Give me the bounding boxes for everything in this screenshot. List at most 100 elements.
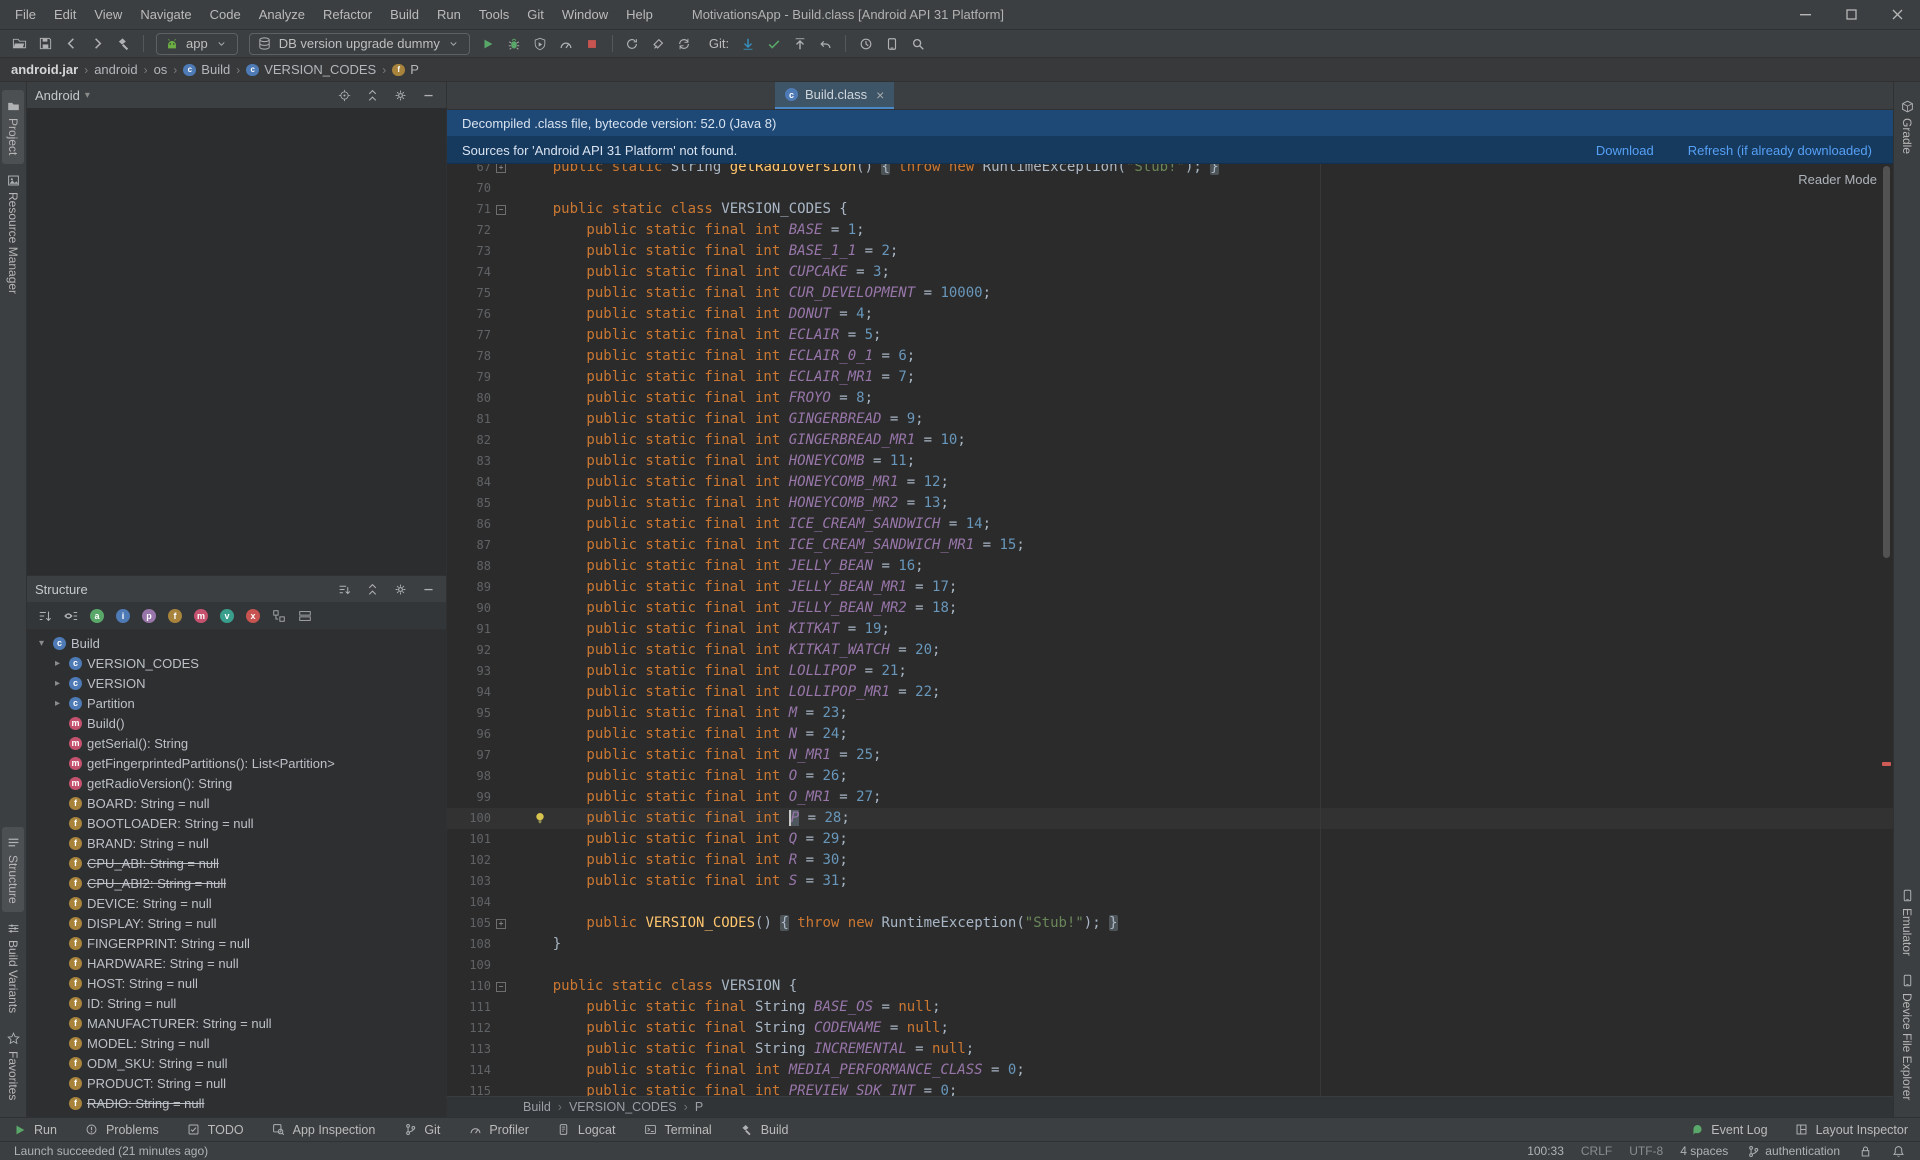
line-number[interactable]: 101 — [447, 829, 491, 850]
code-line-70[interactable]: 70 — [447, 178, 1893, 199]
code-line-94[interactable]: 94 public static final int LOLLIPOP_MR1 … — [447, 682, 1893, 703]
menu-analyze[interactable]: Analyze — [250, 0, 314, 29]
structure-item[interactable]: fPRODUCT: String = null — [27, 1073, 446, 1093]
code-text[interactable]: public static final int KITKAT_WATCH = 2… — [511, 640, 940, 661]
line-number[interactable]: 94 — [447, 682, 491, 703]
code-text[interactable]: public static final int GINGERBREAD_MR1 … — [511, 430, 966, 451]
line-number[interactable]: 67 — [447, 164, 491, 178]
code-editor[interactable]: 67+ public static String getRadioVersion… — [447, 164, 1893, 1096]
tool-window-button-event-log[interactable]: Event Log — [1689, 1122, 1767, 1138]
fold-collapse-icon[interactable]: − — [496, 982, 506, 992]
code-text[interactable]: public static final int JELLY_BEAN = 16; — [511, 556, 924, 577]
structure-item[interactable]: fRADIO: String = null — [27, 1093, 446, 1113]
target-button[interactable] — [334, 85, 354, 105]
structure-item[interactable]: fHARDWARE: String = null — [27, 953, 446, 973]
editor-breadcrumb-build[interactable]: Build — [523, 1100, 551, 1114]
line-number[interactable]: 102 — [447, 850, 491, 871]
code-text[interactable]: public static final int MEDIA_PERFORMANC… — [511, 1060, 1025, 1081]
breadcrumb-os[interactable]: os — [151, 62, 171, 77]
line-number[interactable]: 96 — [447, 724, 491, 745]
line-number[interactable]: 75 — [447, 283, 491, 304]
gear-button[interactable] — [390, 85, 410, 105]
expanded-arrow-icon[interactable]: ▾ — [35, 638, 48, 649]
show-scratch-toggle[interactable] — [295, 606, 315, 626]
code-text[interactable]: public static final int ECLAIR = 5; — [511, 325, 881, 346]
line-number[interactable]: 98 — [447, 766, 491, 787]
gitupdate-button[interactable] — [736, 32, 759, 56]
collapsed-arrow-icon[interactable]: ▸ — [51, 698, 64, 709]
code-text[interactable]: public static final int FROYO = 8; — [511, 388, 873, 409]
line-separator-widget[interactable]: CRLF — [1581, 1144, 1612, 1158]
menu-window[interactable]: Window — [553, 0, 617, 29]
stop-button[interactable] — [581, 32, 604, 56]
collapsed-arrow-icon[interactable]: ▸ — [51, 678, 64, 689]
structure-item[interactable]: mgetRadioVersion(): String — [27, 773, 446, 793]
breadcrumb-android[interactable]: android — [91, 62, 140, 77]
code-text[interactable]: } — [511, 934, 561, 955]
line-number[interactable]: 113 — [447, 1039, 491, 1060]
breadcrumb-build[interactable]: cBuild — [180, 62, 233, 77]
tool-stripe-device-file-explorer[interactable]: Device File Explorer — [1896, 965, 1918, 1109]
structure-item[interactable]: mBuild() — [27, 713, 446, 733]
code-line-72[interactable]: 72 public static final int BASE = 1; — [447, 220, 1893, 241]
download-sources-link[interactable]: Download — [1596, 143, 1654, 158]
fold-gutter[interactable]: − — [491, 982, 511, 992]
collapsed-arrow-icon[interactable]: ▸ — [51, 658, 64, 669]
debug-button[interactable] — [503, 32, 526, 56]
back-button[interactable] — [60, 32, 83, 56]
code-line-92[interactable]: 92 public static final int KITKAT_WATCH … — [447, 640, 1893, 661]
code-line-83[interactable]: 83 public static final int HONEYCOMB = 1… — [447, 451, 1893, 472]
breadcrumb-android-jar[interactable]: android.jar — [8, 62, 81, 77]
line-number[interactable]: 99 — [447, 787, 491, 808]
code-line-88[interactable]: 88 public static final int JELLY_BEAN = … — [447, 556, 1893, 577]
code-line-93[interactable]: 93 public static final int LOLLIPOP = 21… — [447, 661, 1893, 682]
code-line-115[interactable]: 115 public static final int PREVIEW_SDK_… — [447, 1081, 1893, 1096]
rollback-button[interactable] — [814, 32, 837, 56]
code-line-87[interactable]: 87 public static final int ICE_CREAM_SAN… — [447, 535, 1893, 556]
line-number[interactable]: 111 — [447, 997, 491, 1018]
code-line-105[interactable]: 105+ public VERSION_CODES() { throw new … — [447, 913, 1893, 934]
maximize-button[interactable] — [1828, 0, 1874, 30]
line-number[interactable]: 82 — [447, 430, 491, 451]
code-text[interactable]: public static final int ECLAIR_0_1 = 6; — [511, 346, 915, 367]
code-line-110[interactable]: 110− public static class VERSION { — [447, 976, 1893, 997]
code-line-75[interactable]: 75 public static final int CUR_DEVELOPME… — [447, 283, 1893, 304]
status-message[interactable]: Launch succeeded (21 minutes ago) — [14, 1144, 208, 1158]
history-button[interactable] — [854, 32, 877, 56]
attach-button[interactable] — [647, 32, 670, 56]
line-number[interactable]: 72 — [447, 220, 491, 241]
menu-refactor[interactable]: Refactor — [314, 0, 381, 29]
code-line-98[interactable]: 98 public static final int O = 26; — [447, 766, 1893, 787]
menu-edit[interactable]: Edit — [45, 0, 85, 29]
structure-item[interactable]: ▸cVERSION_CODES — [27, 653, 446, 673]
code-line-81[interactable]: 81 public static final int GINGERBREAD =… — [447, 409, 1893, 430]
fold-expand-icon[interactable]: + — [496, 919, 506, 929]
fold-collapse-icon[interactable]: − — [496, 205, 506, 215]
line-number[interactable]: 73 — [447, 241, 491, 262]
code-line-71[interactable]: 71− public static class VERSION_CODES { — [447, 199, 1893, 220]
code-text[interactable]: public static final int Q = 29; — [511, 829, 848, 850]
code-text[interactable]: public static final int N = 24; — [511, 724, 848, 745]
line-number[interactable]: 87 — [447, 535, 491, 556]
code-line-86[interactable]: 86 public static final int ICE_CREAM_SAN… — [447, 514, 1893, 535]
tool-stripe-structure[interactable]: Structure — [2, 827, 24, 913]
tool-window-button-app-inspection[interactable]: App Inspection — [271, 1122, 376, 1138]
tool-window-button-layout-inspector[interactable]: Layout Inspector — [1794, 1122, 1908, 1138]
code-line-95[interactable]: 95 public static final int M = 23; — [447, 703, 1893, 724]
structure-item[interactable]: fMODEL: String = null — [27, 1033, 446, 1053]
code-text[interactable]: public static final int LOLLIPOP = 21; — [511, 661, 907, 682]
code-line-76[interactable]: 76 public static final int DONUT = 4; — [447, 304, 1893, 325]
collapse-button[interactable] — [362, 579, 382, 599]
line-number[interactable]: 84 — [447, 472, 491, 493]
code-text[interactable]: public static final int BASE_1_1 = 2; — [511, 241, 898, 262]
line-number[interactable]: 97 — [447, 745, 491, 766]
code-line-91[interactable]: 91 public static final int KITKAT = 19; — [447, 619, 1893, 640]
structure-item[interactable]: mgetSerial(): String — [27, 733, 446, 753]
code-line-100[interactable]: 100 public static final int P = 28; — [447, 808, 1893, 829]
tool-stripe-gradle[interactable]: Gradle — [1896, 90, 1918, 163]
tab-build-class[interactable]: c Build.class × — [775, 82, 894, 109]
tool-window-button-run[interactable]: Run — [12, 1122, 57, 1138]
gear-button[interactable] — [390, 579, 410, 599]
code-line-102[interactable]: 102 public static final int R = 30; — [447, 850, 1893, 871]
code-line-101[interactable]: 101 public static final int Q = 29; — [447, 829, 1893, 850]
